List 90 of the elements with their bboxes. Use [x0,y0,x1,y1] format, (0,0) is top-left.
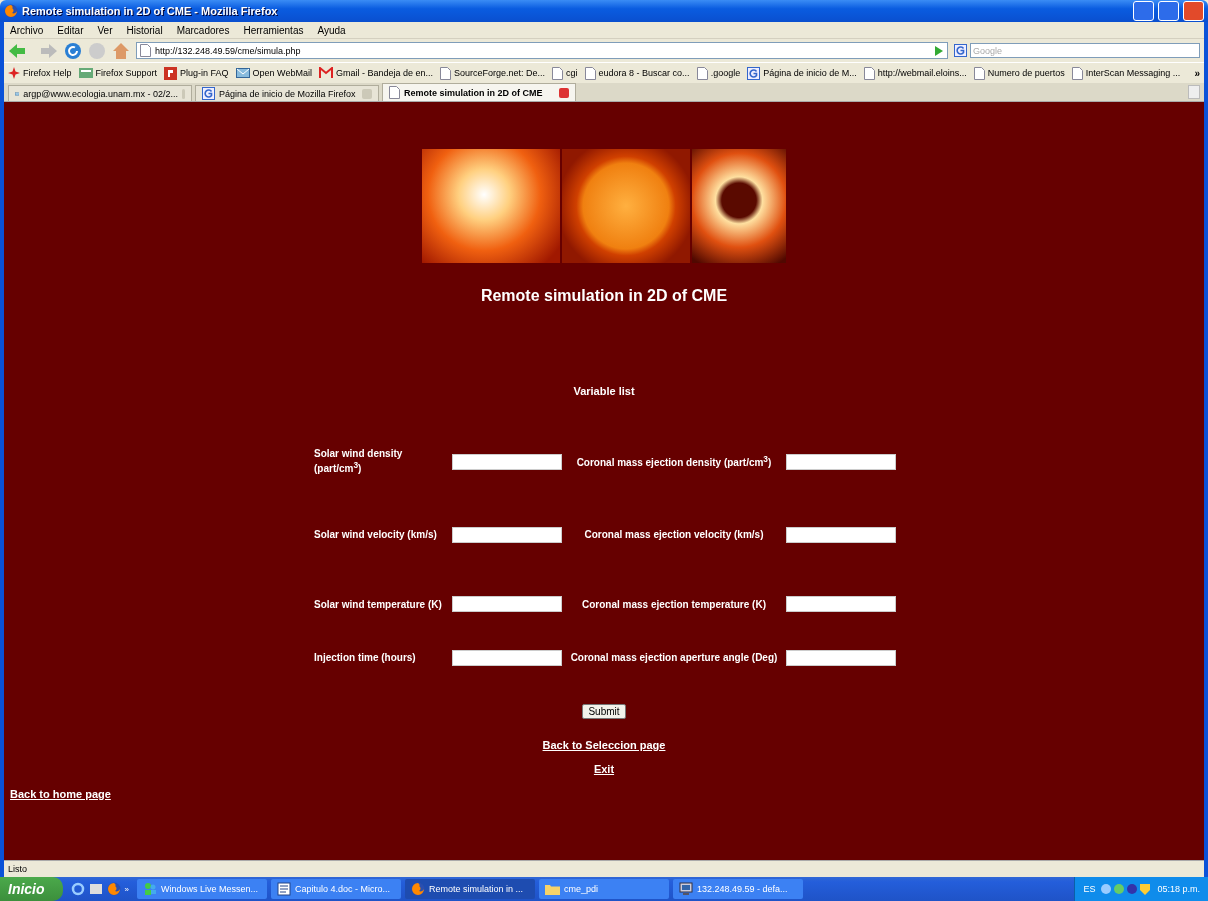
page-link[interactable]: Exit [593,763,615,775]
page-icon [140,44,151,57]
input-field[interactable] [786,453,896,470]
bookmark-item[interactable]: Firefox Support [78,67,158,79]
monitor-icon [679,882,693,896]
menu-item[interactable]: Marcadores [176,24,230,36]
input-field[interactable] [452,649,562,666]
bookmark-item[interactable]: http://webmail.eloins... [863,66,967,80]
taskbar-button[interactable]: Windows Live Messen... [137,879,267,899]
taskbar-button[interactable]: Remote simulation in ... [405,879,535,899]
taskbar-button[interactable]: 132.248.49.59 - defa... [673,879,803,899]
field-label: Solar wind density (part/cm$^{3}$) [313,447,404,476]
bookmark-item[interactable]: Firefox Help [8,67,72,79]
star-icon [8,67,20,79]
close-tab-icon[interactable] [559,87,569,98]
browser-tab[interactable]: Página de inicio de Mozilla Firefox [195,85,379,101]
minimize-button[interactable] [1133,1,1154,21]
page-title: Remote simulation in 2D of CME [480,287,728,305]
more-bookmarks-button[interactable]: » [1194,67,1200,79]
input-field[interactable] [786,596,896,612]
field-label: Coronal mass ejection aperture angle (Deg) [569,651,779,664]
tray-icons-drawing[interactable] [1100,882,1153,896]
page-icon [863,66,875,80]
google-icon [202,87,215,100]
address-field[interactable]: http://132.248.49.59/cme/simula.php [136,42,948,59]
page-icon [552,66,564,80]
bookmark-item[interactable]: InterScan Messaging ... [1071,66,1181,80]
page-link[interactable]: Back to Seleccion page [542,739,666,751]
menu-item[interactable]: Herramientas [243,24,304,36]
input-field[interactable] [786,526,896,543]
input-field[interactable] [452,526,562,543]
input-field[interactable] [452,596,562,612]
page-icon [584,66,596,80]
browser-tab[interactable]: Remote simulation in 2D of CME [382,83,576,101]
input-field[interactable] [452,453,562,470]
reload-icon[interactable] [64,41,82,60]
home-link[interactable]: Back to home page [10,788,111,800]
language-indicator[interactable]: ES [1083,884,1096,894]
section-heading: Variable list [573,385,635,397]
browser-tab[interactable]: argp@www.ecologia.unam.mx - 02/2... [8,85,192,101]
document-icon [277,882,291,896]
page-icon [1071,66,1083,80]
clock: 05:18 p.m. [1157,884,1200,894]
taskbar-button[interactable]: cme_pdi [539,879,669,899]
firefox-icon [106,882,121,896]
menu-item[interactable]: Ayuda [317,24,346,36]
more-quick-launch-button[interactable]: » [124,884,129,894]
bookmark-item[interactable]: .google [696,66,741,80]
google-icon [954,44,967,57]
field-label: Solar wind velocity (km/s) [313,528,438,541]
desktop-icon[interactable] [88,882,103,896]
bookmark-item[interactable]: Gmail - Bandeja de en... [318,67,433,79]
browser-icon[interactable] [70,882,85,896]
page-icon [389,86,400,99]
bookmark-item[interactable]: cgi [552,66,578,80]
menu-item[interactable]: Editar [57,24,84,36]
field-label: Coronal mass ejection temperature (K) [581,597,767,611]
bookmark-item[interactable]: eudora 8 - Buscar co... [584,66,690,80]
window-title: Remote simulation in 2D of CME - Mozilla Firefox [22,5,279,17]
menu-item[interactable]: Historial [126,24,163,36]
firefox-icon [4,4,18,18]
plugin-icon [164,66,178,80]
google-icon [747,66,761,80]
close-button[interactable] [1183,1,1204,21]
submit-button[interactable]: Submit [582,704,626,719]
search-field[interactable]: Google [970,43,1200,58]
menu-item[interactable]: Archivo [10,24,44,36]
bookmark-item[interactable]: Plug-in FAQ [164,66,229,80]
support-icon [78,67,93,79]
menu-item[interactable]: Ver [97,24,113,36]
field-label: Coronal mass ejection velocity (km/s) [583,528,765,541]
input-field[interactable] [786,649,896,666]
field-label: Injection time (hours) [313,651,417,664]
folder-icon [545,883,560,895]
bookmark-item[interactable]: Página de inicio de M... [747,66,857,80]
field-label: Solar wind temperature (K) [313,597,443,611]
taskbar-button[interactable]: Capitulo 4.doc - Micro... [271,879,401,899]
status-text: Listo [8,864,27,874]
page-icon [440,66,451,80]
firefox-icon [411,882,425,896]
field-label: Coronal mass ejection density (part/cm$^{3}$) [575,453,773,470]
bookmark-item[interactable]: SourceForge.net: De... [440,66,546,80]
go-icon[interactable] [934,45,944,56]
gmail-icon [318,67,333,79]
page-icon [973,66,985,80]
bookmark-item[interactable]: Numero de puertos [973,66,1065,80]
bookmark-item[interactable]: Open WebMail [235,67,312,79]
maximize-button[interactable] [1158,1,1179,21]
people-icon [143,882,157,896]
page-icon [696,66,708,80]
